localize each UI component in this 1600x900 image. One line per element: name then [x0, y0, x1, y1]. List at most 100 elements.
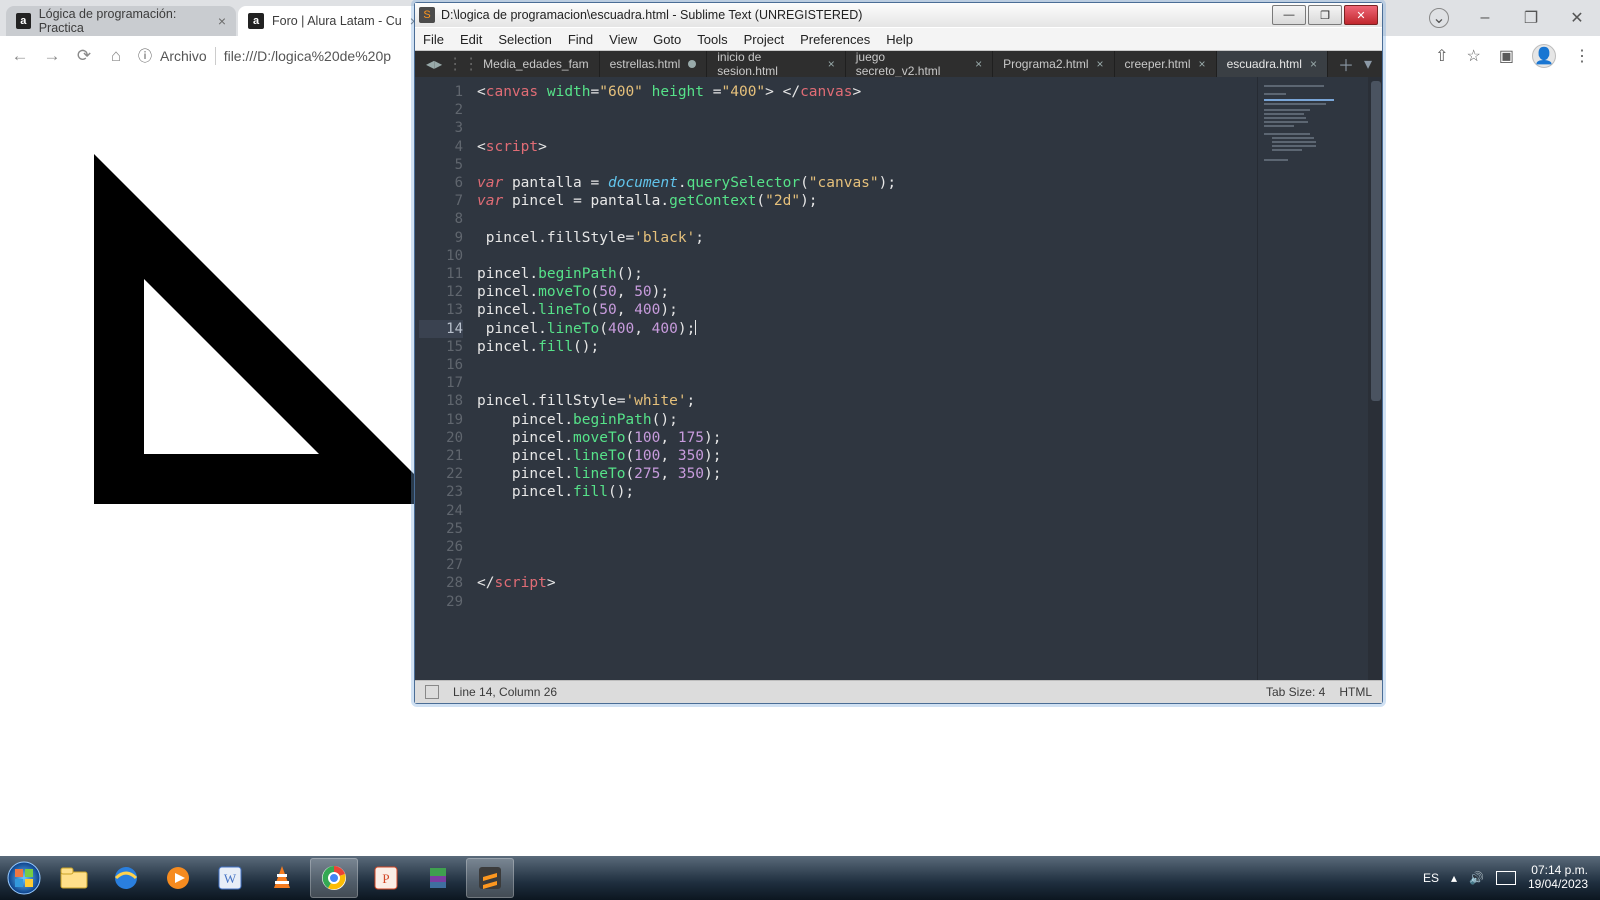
system-tray: ES ▴ 🔊 07:14 p.m. 19/04/2023 — [1423, 864, 1600, 892]
editor-tab-active[interactable]: escuadra.html × — [1217, 51, 1328, 77]
menu-item[interactable]: View — [609, 32, 637, 47]
status-cursor: Line 14, Column 26 — [453, 685, 557, 699]
tab-label: creeper.html — [1125, 57, 1191, 71]
editor-tab[interactable]: creeper.html × — [1115, 51, 1217, 77]
svg-text:P: P — [382, 871, 389, 886]
tab-label: juego secreto_v2.html — [856, 50, 967, 78]
chrome-window-controls: ⌄ – ❐ ✕ — [1416, 0, 1600, 36]
sublime-menubar: File Edit Selection Find View Goto Tools… — [415, 27, 1382, 51]
taskbar-app-explorer[interactable] — [50, 858, 98, 898]
favicon-icon: a — [16, 13, 31, 29]
language-indicator[interactable]: ES — [1423, 871, 1439, 885]
chrome-actions: ⇧ ☆ ▣ 👤 ⋮ — [1435, 44, 1590, 68]
bookmark-star-icon[interactable]: ☆ — [1467, 46, 1481, 66]
minimize-button[interactable]: — — [1272, 5, 1306, 25]
panel-switcher-icon[interactable] — [425, 685, 439, 699]
close-icon[interactable]: × — [1310, 57, 1317, 71]
dirty-dot-icon — [688, 60, 696, 68]
menu-item[interactable]: Edit — [460, 32, 482, 47]
tray-chevron-icon[interactable]: ▴ — [1451, 871, 1457, 885]
editor-tab[interactable]: juego secreto_v2.html × — [846, 51, 993, 77]
menu-icon[interactable]: ⋮ — [1574, 46, 1590, 66]
menu-item[interactable]: Selection — [498, 32, 551, 47]
taskbar-app-chrome[interactable] — [310, 858, 358, 898]
side-panel-icon[interactable]: ▣ — [1499, 46, 1514, 66]
tab-label: Lógica de programación: Practica — [39, 7, 210, 35]
home-button[interactable]: ⌂ — [106, 46, 126, 66]
sublime-titlebar[interactable]: S D:\logica de programacion\escuadra.htm… — [415, 3, 1382, 27]
tabs-dropdown-icon[interactable]: ▾ — [1364, 54, 1372, 74]
chrome-tab[interactable]: a Lógica de programación: Practica × — [6, 6, 236, 36]
favicon-icon: a — [248, 13, 264, 29]
close-icon[interactable]: × — [828, 57, 835, 71]
minimap[interactable] — [1257, 77, 1368, 680]
editor-tab[interactable]: inicio de sesion.html × — [707, 51, 845, 77]
menu-item[interactable]: Help — [886, 32, 913, 47]
reload-button[interactable]: ⟳ — [74, 46, 94, 66]
start-button[interactable] — [0, 856, 48, 900]
taskbar-app-sublime[interactable] — [466, 858, 514, 898]
new-tab-button[interactable]: ＋ — [1338, 52, 1354, 76]
tab-label: inicio de sesion.html — [717, 50, 819, 78]
maximize-button[interactable]: ❐ — [1308, 5, 1342, 25]
tab-drag-handle[interactable]: ⋮⋮ — [453, 51, 473, 77]
minimize-button[interactable]: – — [1462, 4, 1508, 32]
forward-button[interactable]: → — [42, 46, 62, 66]
taskbar-app-ie[interactable] — [102, 858, 150, 898]
scrollbar-track[interactable] — [1368, 77, 1382, 680]
clock-date: 19/04/2023 — [1528, 878, 1588, 892]
separator — [215, 47, 216, 65]
tab-label: escuadra.html — [1227, 57, 1302, 71]
address-bar[interactable]: ⓘ Archivo file:///D:/logica%20de%20p — [138, 46, 391, 66]
profile-avatar[interactable]: 👤 — [1532, 44, 1556, 68]
menu-item[interactable]: Project — [744, 32, 784, 47]
rendered-canvas — [44, 104, 464, 524]
taskbar-clock[interactable]: 07:14 p.m. 19/04/2023 — [1528, 864, 1588, 892]
tab-label: Programa2.html — [1003, 57, 1088, 71]
menu-item[interactable]: Find — [568, 32, 593, 47]
taskbar-app-powerpoint[interactable]: P — [362, 858, 410, 898]
close-button[interactable]: ✕ — [1344, 5, 1378, 25]
action-center-icon[interactable] — [1496, 871, 1516, 885]
site-info-icon[interactable]: ⓘ — [138, 46, 152, 66]
sublime-title: D:\logica de programacion\escuadra.html … — [441, 8, 862, 22]
editor-tab[interactable]: Media_edades_fam — [473, 51, 599, 77]
menu-item[interactable]: File — [423, 32, 444, 47]
close-icon[interactable]: × — [1199, 57, 1206, 71]
sublime-statusbar: Line 14, Column 26 Tab Size: 4 HTML — [415, 680, 1382, 703]
line-gutter[interactable]: 1 2 3 4 5 6 7 8 9 10 11 12 13 14 15 16 1… — [415, 77, 471, 680]
menu-item[interactable]: Preferences — [800, 32, 870, 47]
address-scheme: Archivo — [160, 48, 207, 64]
close-icon[interactable]: × — [975, 57, 982, 71]
tabs-dropdown-icon[interactable]: ⌄ — [1416, 4, 1462, 32]
scrollbar-thumb[interactable] — [1371, 81, 1381, 401]
sublime-tabbar: ◂▸ ⋮⋮ Media_edades_fam estrellas.html in… — [415, 51, 1382, 77]
taskbar-app-winrar[interactable] — [414, 858, 462, 898]
windows-taskbar: W P ES ▴ 🔊 07:14 p.m. 19/04/2023 — [0, 856, 1600, 900]
chrome-tab[interactable]: a Foro | Alura Latam - Cu × — [238, 6, 428, 36]
volume-icon[interactable]: 🔊 — [1469, 871, 1484, 885]
maximize-button[interactable]: ❐ — [1508, 4, 1554, 32]
back-button[interactable]: ← — [10, 46, 30, 66]
close-icon[interactable]: × — [1097, 57, 1104, 71]
svg-text:W: W — [224, 871, 237, 886]
editor-body: 1 2 3 4 5 6 7 8 9 10 11 12 13 14 15 16 1… — [415, 77, 1382, 680]
editor-tab[interactable]: Programa2.html × — [993, 51, 1114, 77]
taskbar-app-vlc[interactable] — [258, 858, 306, 898]
close-icon[interactable]: × — [218, 13, 226, 29]
status-syntax[interactable]: HTML — [1339, 685, 1372, 699]
share-icon[interactable]: ⇧ — [1435, 46, 1448, 66]
sublime-icon: S — [419, 7, 435, 23]
close-button[interactable]: ✕ — [1554, 4, 1600, 32]
taskbar-app-wmp[interactable] — [154, 858, 202, 898]
menu-item[interactable]: Goto — [653, 32, 681, 47]
sublime-window: S D:\logica de programacion\escuadra.htm… — [414, 2, 1383, 704]
code-editor[interactable]: <canvas width="600" height ="400"> </can… — [471, 77, 1257, 680]
address-url: file:///D:/logica%20de%20p — [224, 48, 391, 64]
clock-time: 07:14 p.m. — [1531, 864, 1588, 878]
tab-label: Media_edades_fam — [483, 57, 588, 71]
editor-tab[interactable]: estrellas.html — [600, 51, 708, 77]
menu-item[interactable]: Tools — [697, 32, 727, 47]
taskbar-app-word[interactable]: W — [206, 858, 254, 898]
status-tabsize[interactable]: Tab Size: 4 — [1266, 685, 1325, 699]
